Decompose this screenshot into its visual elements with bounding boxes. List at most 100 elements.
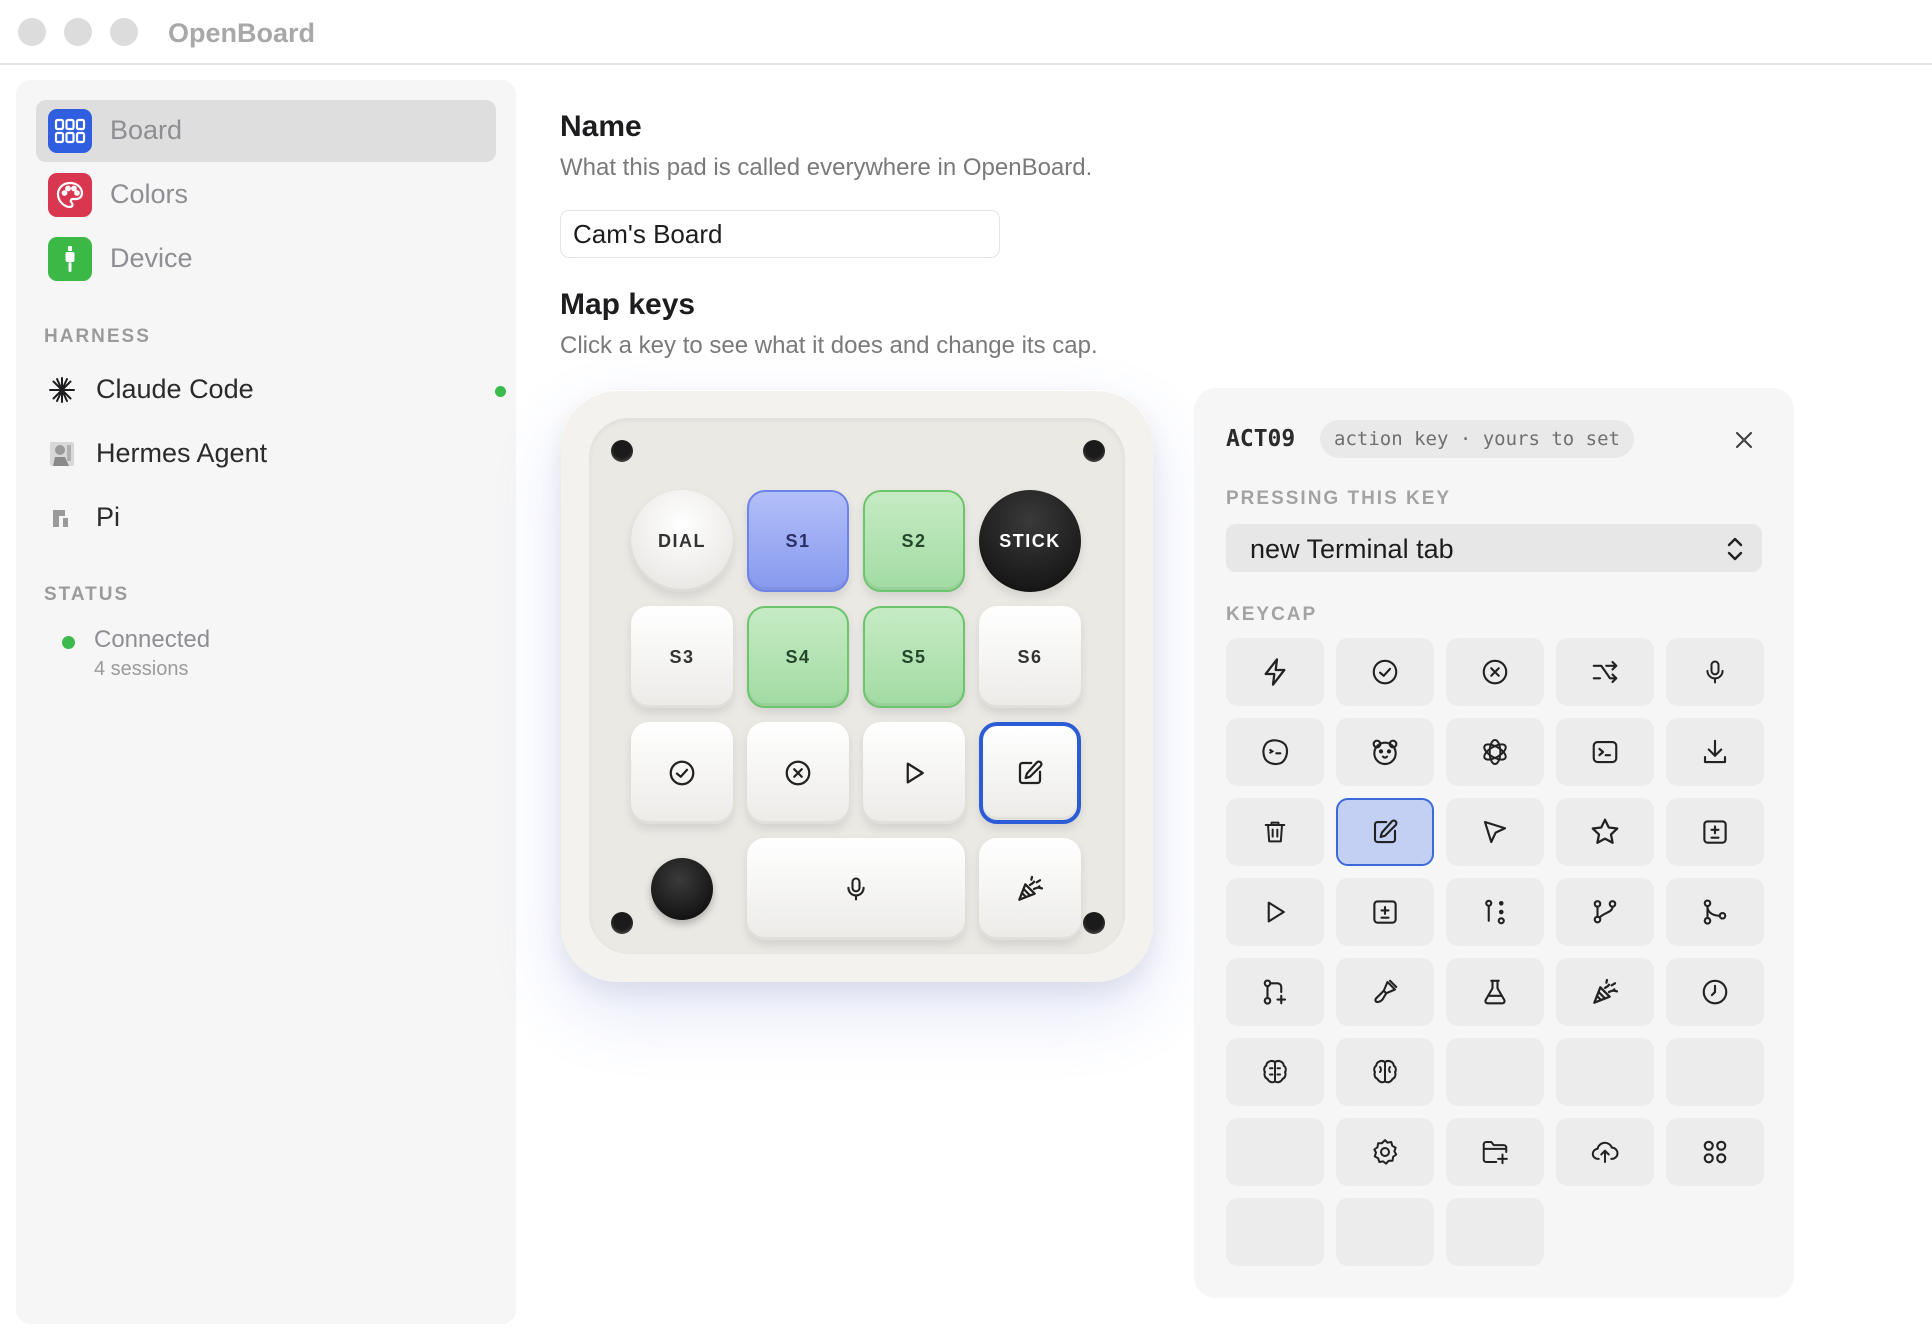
map-keys-title: Map keys [560,288,696,321]
keycap-option[interactable] [1556,718,1654,786]
key-s6[interactable]: S6 [979,606,1081,708]
status-label: Connected [94,626,211,653]
edit-icon [1018,760,1043,785]
key-s1[interactable]: S1 [747,490,849,592]
keycap-option[interactable] [1336,1038,1434,1106]
keycap-option[interactable] [1666,718,1764,786]
keycap-option[interactable] [1556,958,1654,1026]
keypad: DIAL S1 S2 STICK S3 S4 S5 S6 [561,390,1153,982]
joystick[interactable] [651,858,713,920]
action-select-value: new Terminal tab [1250,534,1454,564]
keycap-option[interactable] [1446,718,1544,786]
close-icon [1735,431,1753,449]
key-stick[interactable]: STICK [979,490,1081,592]
keycap-option-blank[interactable] [1446,1198,1544,1266]
keycap-option-blank[interactable] [1556,1038,1654,1106]
key-dial[interactable]: DIAL [631,490,733,592]
keycap-option[interactable] [1336,1118,1434,1186]
key-play[interactable] [863,722,965,824]
sidebar-item-colors[interactable]: Colors [36,164,496,226]
party-popper-icon [1018,875,1044,901]
keycap-option[interactable] [1666,878,1764,946]
diff-square-icon [1373,900,1397,924]
active-indicator [495,386,506,397]
keycap-option-blank[interactable] [1226,1198,1324,1266]
keycap-option-blank[interactable] [1336,1198,1434,1266]
harness-item-claude-code[interactable]: Claude Code [46,362,506,418]
party-popper-icon [1593,978,1619,1004]
sidebar-item-device[interactable]: Device [36,228,496,290]
screw [611,912,633,934]
keycap-option[interactable] [1666,638,1764,706]
close-window-button[interactable] [18,18,46,46]
statue-icon [46,438,78,470]
zoom-window-button[interactable] [110,18,138,46]
title-bar: OpenBoard [0,0,1932,65]
keycap-option-blank[interactable] [1446,1038,1544,1106]
keypad-face: DIAL S1 S2 STICK S3 S4 S5 S6 [589,418,1125,954]
key-voice[interactable] [747,838,965,940]
keycap-option[interactable] [1226,958,1324,1026]
keycap-option[interactable] [1446,878,1544,946]
brain-icon [1373,1060,1397,1084]
keycap-option[interactable] [1556,638,1654,706]
x-circle-icon [785,760,811,786]
keycap-option-blank[interactable] [1226,1118,1324,1186]
keycap-option[interactable] [1446,958,1544,1026]
folder-plus-icon [1482,1141,1508,1165]
key-id: ACT09 [1226,426,1296,452]
keycap-option[interactable] [1556,798,1654,866]
keycap-option[interactable] [1226,718,1324,786]
board-name-input[interactable] [560,210,1000,258]
close-panel-button[interactable] [1730,426,1758,454]
key-act09[interactable] [979,722,1081,824]
key-reject[interactable] [747,722,849,824]
keycap-option-blank[interactable] [1666,1038,1764,1106]
keycap-option[interactable] [1556,878,1654,946]
keycap-option[interactable] [1336,878,1434,946]
keycap-option[interactable] [1336,638,1434,706]
keycap-option[interactable] [1446,638,1544,706]
palette-icon [48,173,92,217]
keycap-option[interactable] [1666,798,1764,866]
status-indicator [62,636,75,649]
keycap-option[interactable] [1666,1118,1764,1186]
keycap-option[interactable] [1446,1118,1544,1186]
pressing-heading: PRESSING THIS KEY [1226,488,1452,509]
action-select[interactable]: new Terminal tab [1226,524,1762,572]
key-s3[interactable]: S3 [631,606,733,708]
trash-icon [1264,821,1286,843]
sidebar-item-label: Colors [110,179,189,209]
keycap-option[interactable] [1226,1038,1324,1106]
key-celebrate[interactable] [979,838,1081,940]
keycap-option[interactable] [1226,878,1324,946]
star-icon [1591,818,1619,844]
keycap-option[interactable] [1336,958,1434,1026]
harness-item-hermes-agent[interactable]: Hermes Agent [46,426,506,482]
harness-item-pi[interactable]: Pi [46,490,506,546]
key-s5[interactable]: S5 [863,606,965,708]
keycap-option[interactable] [1556,1118,1654,1186]
cursor-icon [1483,820,1507,844]
cloud-upload-icon [1591,1141,1619,1163]
harness-item-label: Hermes Agent [96,438,268,468]
keycap-option[interactable] [1226,638,1324,706]
key-s4[interactable]: S4 [747,606,849,708]
flask-icon [1484,979,1506,1005]
keycap-option[interactable] [1446,798,1544,866]
minimize-window-button[interactable] [64,18,92,46]
keycap-option-selected[interactable] [1336,798,1434,866]
git-branch-icon [1593,900,1617,924]
key-s2[interactable]: S2 [863,490,965,592]
git-pull-request-icon [1263,979,1287,1005]
download-icon [1703,739,1727,764]
keycap-option[interactable] [1226,798,1324,866]
keycap-option[interactable] [1666,958,1764,1026]
key-detail-panel: ACT09 action key · yours to set PRESSING… [1194,388,1794,1298]
key-approve[interactable] [631,722,733,824]
sidebar-item-board[interactable]: Board [36,100,496,162]
apps-icon [1703,1140,1727,1164]
sidebar: Board Colors Device HARNESS Claude Code [16,80,516,1324]
keycap-option[interactable] [1336,718,1434,786]
mic-icon [1706,660,1724,684]
